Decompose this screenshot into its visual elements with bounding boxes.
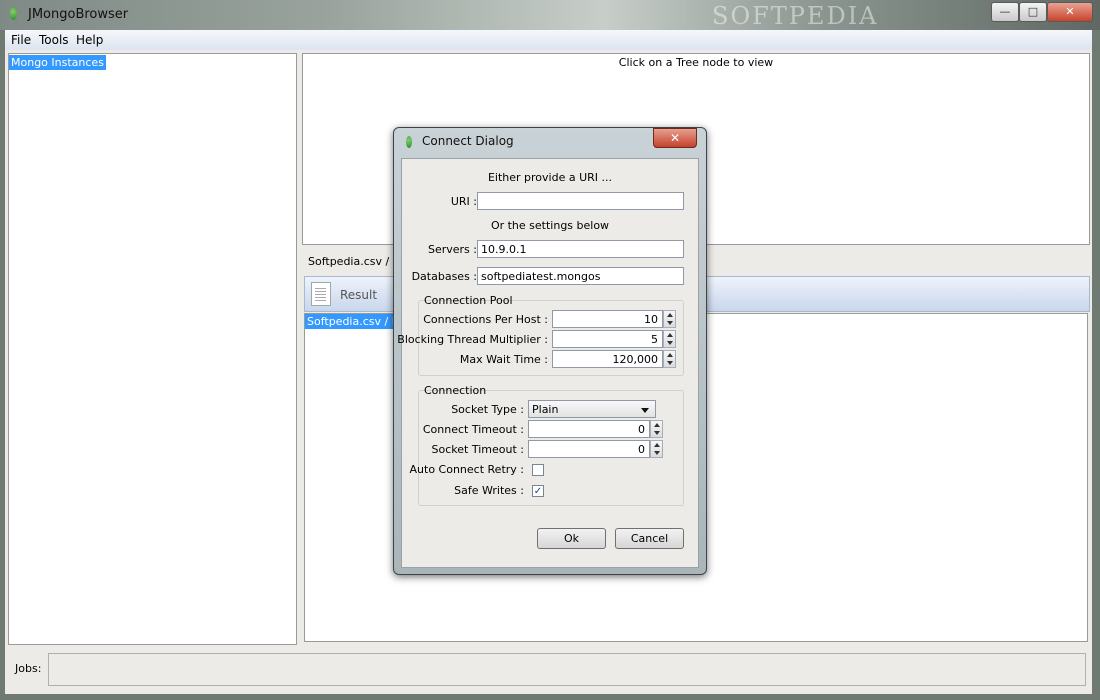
connection-title: Connection	[424, 384, 487, 397]
servers-field[interactable]: 10.9.0.1	[477, 240, 684, 258]
tree-node-mongo-instances[interactable]: Mongo Instances	[9, 55, 106, 70]
close-button[interactable]: ✕	[1047, 2, 1093, 22]
multiplier-label: Blocking Thread Multiplier :	[397, 333, 548, 346]
per-host-spinner[interactable]	[663, 310, 676, 328]
socket-type-value: Plain	[532, 403, 559, 416]
uri-field[interactable]	[477, 192, 684, 210]
document-icon[interactable]	[311, 282, 331, 306]
dialog-title: Connect Dialog	[422, 134, 514, 148]
per-host-label: Connections Per Host :	[423, 313, 548, 326]
connect-dialog: Connect Dialog ✕ Either provide a URI ..…	[393, 127, 707, 575]
ok-button[interactable]: Ok	[537, 528, 606, 549]
tab-softpedia-csv[interactable]: Softpedia.csv / Im	[308, 255, 407, 268]
view-hint: Click on a Tree node to view	[618, 56, 774, 69]
databases-field[interactable]: softpediatest.mongos	[477, 267, 684, 285]
multiplier-field[interactable]: 5	[552, 330, 663, 348]
safe-writes-label: Safe Writes :	[454, 484, 524, 497]
socket-timeout-field[interactable]: 0	[528, 440, 650, 458]
watermark: SOFTPEDIA	[712, 2, 879, 30]
jobs-label: Jobs:	[15, 662, 42, 675]
servers-label: Servers :	[427, 243, 477, 256]
per-host-field[interactable]: 10	[552, 310, 663, 328]
socket-timeout-label: Socket Timeout :	[431, 443, 524, 456]
jobs-bar	[48, 653, 1086, 686]
dialog-body: Either provide a URI ... URI : Or the se…	[397, 158, 699, 568]
result-label: Result	[340, 288, 378, 302]
tree-panel[interactable]: Mongo Instances	[8, 53, 297, 645]
settings-intro: Or the settings below	[490, 219, 610, 232]
max-wait-label: Max Wait Time :	[459, 353, 548, 366]
title-bar: JMongoBrowser SOFTPEDIA — □ ✕	[0, 0, 1100, 30]
maximize-button[interactable]: □	[1019, 2, 1047, 22]
uri-intro: Either provide a URI ...	[487, 171, 613, 184]
socket-type-label: Socket Type :	[451, 403, 524, 416]
menu-file[interactable]: File	[11, 33, 31, 47]
max-wait-field[interactable]: 120,000	[552, 350, 663, 368]
connect-timeout-field[interactable]: 0	[528, 420, 650, 438]
connect-timeout-spinner[interactable]	[650, 420, 663, 438]
socket-type-select[interactable]: Plain	[528, 400, 656, 418]
mongo-leaf-icon	[10, 7, 17, 20]
multiplier-spinner[interactable]	[663, 330, 676, 348]
connect-timeout-label: Connect Timeout :	[422, 423, 524, 436]
auto-retry-label: Auto Connect Retry :	[409, 463, 524, 476]
minimize-button[interactable]: —	[991, 2, 1019, 22]
menu-tools[interactable]: Tools	[39, 33, 69, 47]
dialog-close-button[interactable]: ✕	[653, 128, 697, 148]
socket-timeout-spinner[interactable]	[650, 440, 663, 458]
mongo-leaf-icon	[406, 136, 412, 148]
max-wait-spinner[interactable]	[663, 350, 676, 368]
safe-writes-checkbox[interactable]: ✓	[532, 485, 544, 497]
uri-label: URI :	[450, 195, 477, 208]
connection-pool-title: Connection Pool	[424, 294, 513, 307]
auto-retry-checkbox[interactable]	[532, 464, 544, 476]
cancel-button[interactable]: Cancel	[615, 528, 684, 549]
menu-bar: File Tools Help	[5, 30, 1092, 51]
window-title: JMongoBrowser	[28, 7, 129, 22]
menu-help[interactable]: Help	[76, 33, 103, 47]
chevron-down-icon	[641, 408, 649, 413]
databases-label: Databases :	[411, 270, 477, 283]
